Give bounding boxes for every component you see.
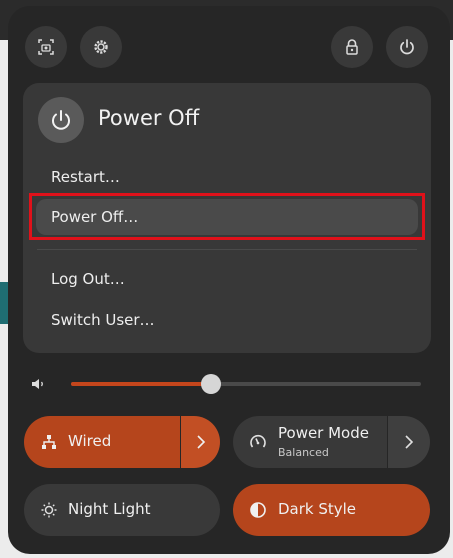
- dark-style-toggle[interactable]: Dark Style: [233, 484, 430, 536]
- power-mode-icon: [250, 434, 266, 448]
- dark-style-icon: [250, 502, 266, 518]
- menu-item-restart[interactable]: Restart…: [36, 159, 418, 195]
- power-icon: [400, 39, 414, 55]
- lock-icon: [346, 39, 358, 55]
- menu-item-log-out[interactable]: Log Out…: [36, 261, 418, 297]
- dark-style-label: Dark Style: [278, 500, 357, 518]
- wired-toggle[interactable]: Wired: [24, 416, 180, 468]
- volume-slider-handle[interactable]: [201, 374, 221, 394]
- power-icon: [38, 97, 84, 143]
- power-mode-toggle[interactable]: Power Mode Balanced: [233, 416, 387, 468]
- gear-icon: [94, 40, 108, 54]
- wired-label: Wired: [68, 432, 112, 450]
- speaker-icon: [32, 379, 43, 389]
- network-wired-icon: [42, 435, 56, 449]
- screenshot-icon: [38, 39, 54, 55]
- screenshot-button[interactable]: [25, 26, 67, 68]
- menu-item-switch-user[interactable]: Switch User…: [36, 302, 418, 338]
- volume-slider-fill: [71, 382, 211, 386]
- menu-separator: [37, 249, 417, 250]
- menu-title: Power Off: [98, 106, 200, 130]
- power-button[interactable]: [386, 26, 428, 68]
- night-light-icon: [41, 502, 57, 518]
- power-mode-label: Power Mode: [278, 424, 369, 442]
- highlight-annotation: [29, 193, 425, 240]
- power-mode-value: Balanced: [278, 446, 329, 459]
- chevron-right-icon: [405, 435, 414, 449]
- settings-button[interactable]: [80, 26, 122, 68]
- night-light-toggle[interactable]: Night Light: [24, 484, 220, 536]
- night-light-label: Night Light: [68, 500, 151, 518]
- chevron-right-icon: [196, 435, 205, 449]
- lock-button[interactable]: [331, 26, 373, 68]
